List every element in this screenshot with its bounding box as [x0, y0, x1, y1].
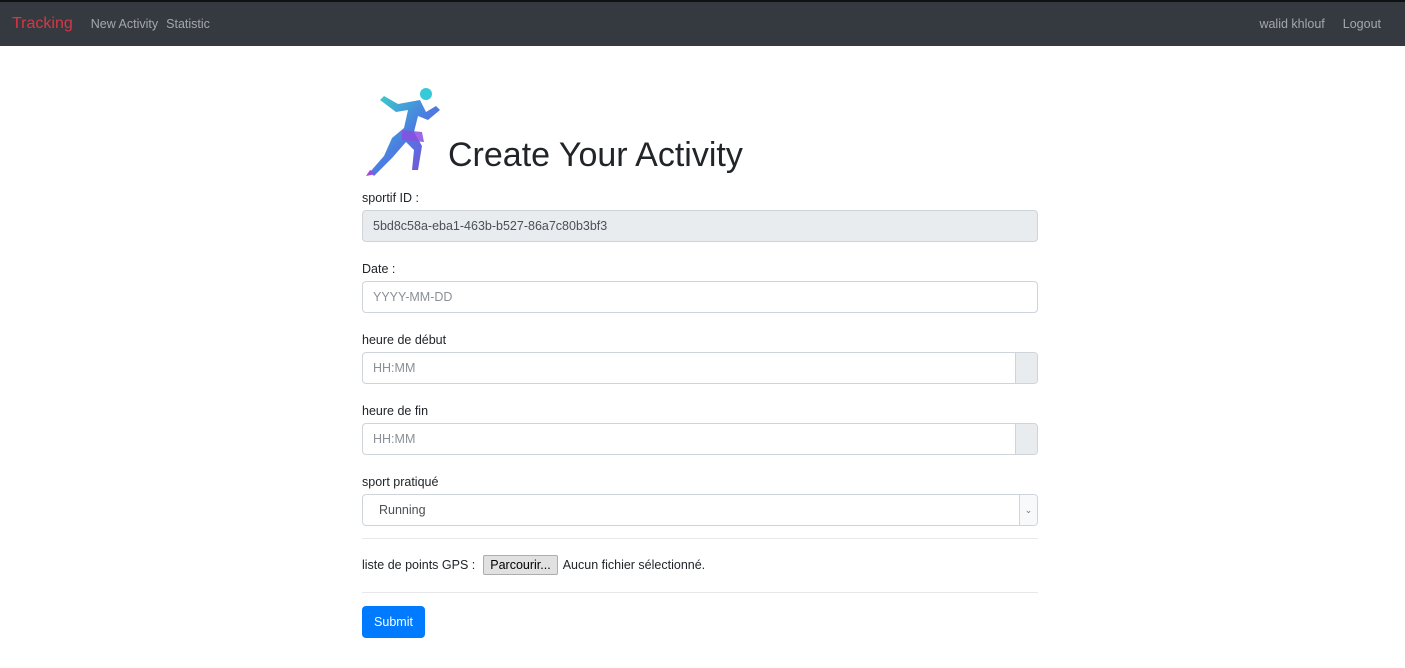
date-placeholder: YYYY-MM-DD	[373, 290, 453, 304]
browse-file-button[interactable]: Parcourir...	[483, 555, 558, 575]
sport-label: sport pratiqué	[362, 475, 439, 489]
nav-user-area: walid khlouf Logout	[1259, 17, 1393, 31]
end-time-addon[interactable]	[1015, 424, 1037, 454]
end-time-placeholder: HH:MM	[373, 432, 416, 446]
page-title: Create Your Activity	[448, 136, 743, 174]
gps-file-row: liste de points GPS : Parcourir... Aucun…	[362, 554, 705, 576]
start-time-placeholder: HH:MM	[373, 361, 416, 375]
divider-top	[362, 538, 1038, 539]
start-time-field[interactable]: HH:MM	[362, 352, 1038, 384]
date-label: Date :	[362, 262, 396, 276]
submit-button[interactable]: Submit	[362, 606, 425, 638]
end-time-label: heure de fin	[362, 404, 429, 418]
runner-icon	[366, 88, 440, 176]
sportif-id-label: sportif ID :	[362, 191, 419, 205]
sport-select[interactable]: Running ⌄	[362, 494, 1038, 526]
gps-label: liste de points GPS :	[362, 558, 476, 572]
top-navbar: Tracking New Activity Statistic walid kh…	[0, 0, 1405, 46]
start-time-addon[interactable]	[1015, 353, 1037, 383]
divider-bottom	[362, 592, 1038, 593]
nav-statistic[interactable]: Statistic	[166, 17, 210, 31]
nav-new-activity[interactable]: New Activity	[91, 17, 158, 31]
brand-link[interactable]: Tracking	[12, 15, 73, 33]
sportif-id-value: 5bd8c58a-eba1-463b-b527-86a7c80b3bf3	[373, 219, 608, 233]
end-time-field[interactable]: HH:MM	[362, 423, 1038, 455]
page-heading: Create Your Activity	[362, 86, 1038, 226]
start-time-label: heure de début	[362, 333, 447, 347]
sportif-id-field[interactable]: 5bd8c58a-eba1-463b-b527-86a7c80b3bf3	[362, 210, 1038, 242]
sport-selected-value: Running	[379, 503, 426, 517]
user-name-link[interactable]: walid khlouf	[1259, 17, 1324, 31]
date-field[interactable]: YYYY-MM-DD	[362, 281, 1038, 313]
logout-link[interactable]: Logout	[1343, 17, 1381, 31]
file-status-text: Aucun fichier sélectionné.	[562, 558, 706, 572]
chevron-down-icon[interactable]: ⌄	[1019, 495, 1037, 525]
